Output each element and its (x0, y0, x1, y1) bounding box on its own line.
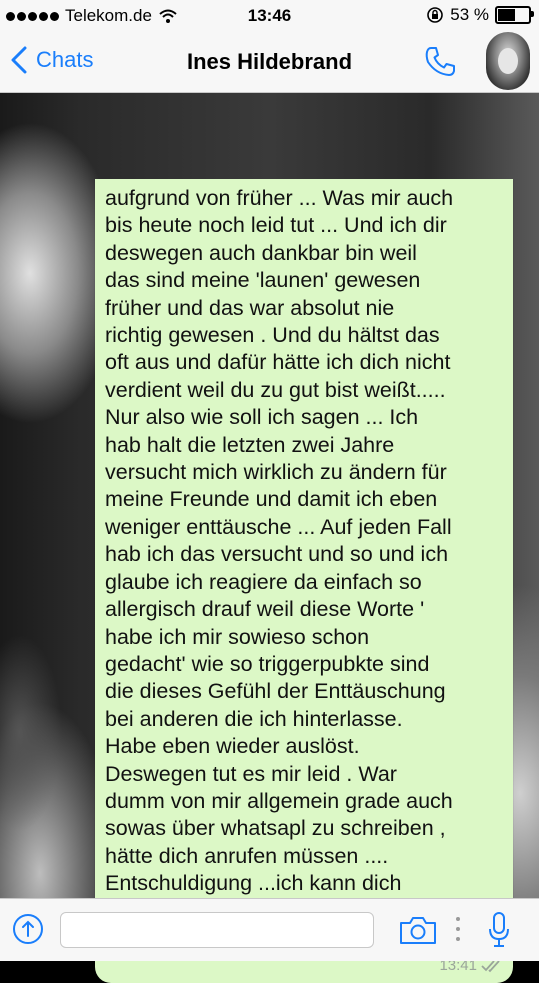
chevron-left-icon (11, 46, 27, 74)
input-bar (0, 898, 539, 961)
battery-icon (495, 6, 534, 24)
back-label: Chats (36, 47, 94, 72)
chat-header: Chats Ines Hildebrand (0, 32, 539, 93)
back-button[interactable]: Chats (10, 46, 93, 74)
contact-avatar[interactable] (486, 32, 530, 90)
more-options-icon[interactable] (455, 915, 461, 943)
status-bar: Telekom.de 13:46 53 % (0, 0, 539, 32)
status-right: 53 % (426, 5, 534, 25)
message-bubble[interactable]: aufgrund von früher ... Was mir auch bis… (95, 179, 513, 983)
microphone-icon[interactable] (488, 911, 510, 949)
upload-button[interactable] (13, 914, 43, 944)
battery-percent: 53 % (450, 5, 489, 24)
orientation-lock-icon (427, 7, 444, 23)
arrow-up-icon (22, 920, 34, 937)
chat-background: aufgrund von früher ... Was mir auch bis… (0, 93, 539, 983)
message-input[interactable] (60, 912, 374, 948)
message-text: aufgrund von früher ... Was mir auch bis… (105, 186, 454, 923)
camera-icon[interactable] (398, 914, 438, 946)
phone-icon[interactable] (422, 44, 458, 80)
